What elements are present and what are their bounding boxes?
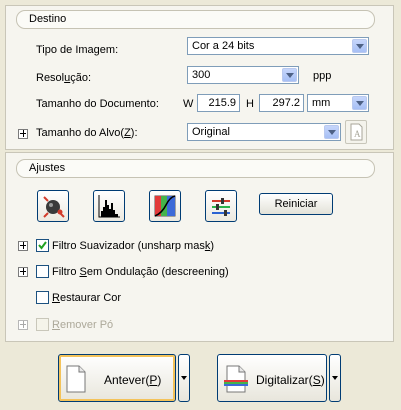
unsharp-mask-expand-icon[interactable] — [18, 241, 28, 251]
resolution-label: Resolução: — [36, 72, 92, 84]
dust-removal-expand-icon[interactable] — [18, 320, 28, 330]
document-icon: A — [350, 123, 363, 141]
height-label: H — [246, 98, 254, 110]
document-size-label: Tamanho do Documento: — [36, 98, 159, 110]
ajustes-header: Ajustes — [16, 159, 375, 178]
width-input[interactable]: 215.9 — [197, 94, 240, 112]
descreening-checkbox[interactable] — [36, 265, 49, 278]
chevron-down-icon[interactable] — [282, 68, 297, 82]
dust-removal-label: Remover Pó — [52, 319, 114, 331]
chevron-down-icon[interactable] — [352, 39, 367, 53]
scan-document-icon — [224, 365, 248, 393]
auto-exposure-icon — [43, 196, 65, 218]
document-icon — [66, 365, 86, 393]
chevron-down-icon[interactable] — [324, 125, 339, 139]
tone-curve-icon — [154, 195, 176, 217]
descreening-label: Filtro Sem Ondulação (descreening) — [52, 266, 229, 278]
target-size-settings-button[interactable]: A — [345, 120, 367, 144]
width-label: W — [183, 98, 194, 110]
resolution-select[interactable]: 300 — [187, 66, 299, 84]
target-size-value: Original — [192, 126, 230, 138]
histogram-button[interactable] — [93, 190, 125, 222]
height-input[interactable]: 297.2 — [259, 94, 304, 112]
preview-label: Antever(P) — [104, 373, 162, 387]
unsharp-mask-checkbox[interactable] — [36, 239, 49, 252]
ajustes-panel: Ajustes Reiniciar Filtro Suavizador (uns… — [5, 152, 394, 342]
unsharp-mask-label: Filtro Suavizador (unsharp mask) — [52, 240, 215, 252]
scan-menu-button[interactable] — [329, 354, 341, 402]
image-type-label: Tipo de Imagem: — [36, 44, 119, 56]
destino-header: Destino — [16, 10, 375, 29]
resolution-value: 300 — [192, 69, 211, 81]
restore-color-label: Restaurar Cor — [52, 292, 122, 304]
destino-panel: Destino Tipo de Imagem: Cor a 24 bits Re… — [5, 5, 394, 150]
color-balance-icon — [212, 198, 230, 216]
size-unit-select[interactable]: mm — [307, 94, 369, 112]
target-size-select[interactable]: Original — [187, 123, 341, 141]
restore-color-checkbox[interactable] — [36, 291, 49, 304]
target-size-label: Tamanho do Alvo(Z): — [36, 127, 138, 139]
histogram-icon — [98, 195, 120, 218]
color-balance-button[interactable] — [205, 190, 237, 222]
reset-button[interactable]: Reiniciar — [259, 193, 333, 215]
size-unit-value: mm — [312, 97, 331, 109]
resolution-unit: ppp — [313, 70, 332, 82]
destino-header-label: Destino — [29, 13, 67, 25]
svg-text:A: A — [354, 129, 361, 139]
tone-curve-button[interactable] — [149, 190, 181, 222]
image-type-select[interactable]: Cor a 24 bits — [187, 37, 369, 55]
checkmark-icon — [38, 241, 47, 250]
scan-button[interactable]: Digitalizar(S) — [217, 354, 327, 402]
auto-exposure-button[interactable] — [37, 190, 69, 222]
scan-label: Digitalizar(S) — [256, 373, 325, 387]
preview-button[interactable]: Antever(P) — [58, 354, 176, 402]
ajustes-header-label: Ajustes — [29, 162, 66, 174]
chevron-down-icon[interactable] — [352, 96, 367, 110]
preview-menu-button[interactable] — [178, 354, 190, 402]
descreening-expand-icon[interactable] — [18, 267, 28, 277]
target-size-expand-icon[interactable] — [18, 129, 28, 139]
dust-removal-checkbox[interactable] — [36, 318, 49, 331]
image-type-value: Cor a 24 bits — [192, 40, 255, 52]
